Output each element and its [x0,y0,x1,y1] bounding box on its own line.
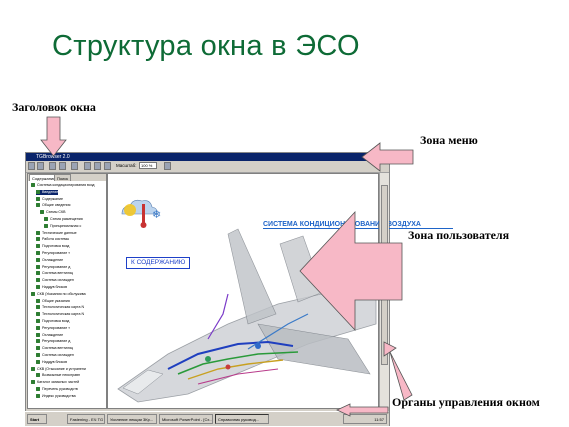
annotation-arrows [40,116,414,417]
arrow-user-zone [299,210,403,332]
arrow-menu-zone [361,142,414,172]
arrow-window-controls-scroll [383,341,413,401]
arrow-window-controls-bottom [336,403,389,417]
arrow-window-title [40,116,67,157]
